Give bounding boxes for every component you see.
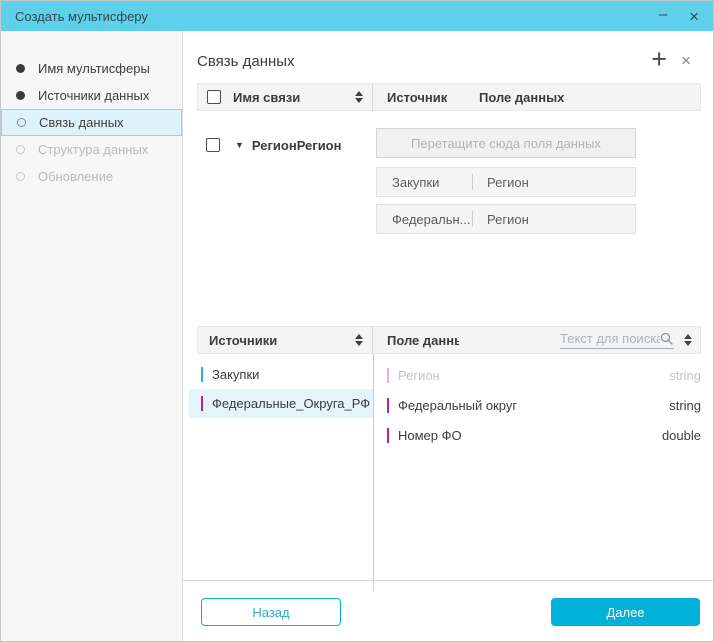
step-pending-icon [16, 172, 25, 181]
link-row: ▼ РегионРегион [206, 131, 341, 159]
step-label: Обновление [38, 169, 113, 184]
source-marker-icon [201, 396, 203, 411]
field-search-box [560, 331, 674, 349]
field-label: Регион [398, 368, 440, 383]
linked-field-chip[interactable]: Федеральн... Регион [376, 204, 636, 234]
step-done-icon [16, 64, 25, 73]
sort-icon[interactable] [355, 91, 363, 103]
chip-source: Федеральн... [392, 212, 472, 227]
select-all-checkbox[interactable] [207, 90, 221, 104]
source-marker-icon [201, 367, 203, 382]
linked-field-chip[interactable]: Закупки Регион [376, 167, 636, 197]
sources-column-header: Источники [198, 327, 372, 353]
step-label: Связь данных [39, 115, 124, 130]
dropzone-placeholder: Перетащите сюда поля данных [411, 136, 601, 151]
link-name: РегионРегион [252, 138, 342, 153]
step-done-icon [16, 91, 25, 100]
links-name-column-header: Имя связи [198, 84, 372, 110]
field-search-input[interactable] [560, 331, 660, 346]
column-header-sources: Источники [209, 333, 277, 348]
sources-list: Закупки Федеральные_Округа_РФ [189, 360, 373, 418]
link-row-checkbox[interactable] [206, 138, 220, 152]
links-source-column-header: Источник [373, 84, 465, 110]
links-field-column-header: Поле данных [465, 84, 564, 110]
chip-divider [472, 211, 473, 227]
step-label: Структура данных [38, 142, 148, 157]
field-label: Федеральный округ [398, 398, 517, 413]
field-row-region[interactable]: Регион string [381, 360, 701, 390]
field-label: Номер ФО [398, 428, 462, 443]
window-body: Имя мультисферы Источники данных Связь д… [1, 31, 713, 641]
next-button[interactable]: Далее [551, 598, 700, 626]
step-label: Источники данных [38, 88, 149, 103]
field-type: string [669, 368, 701, 383]
field-marker-icon [387, 398, 389, 413]
field-type: string [669, 398, 701, 413]
field-marker-icon [387, 368, 389, 383]
field-row-federalny-okrug[interactable]: Федеральный округ string [381, 390, 701, 420]
picker-table-header: Источники Поле данных [197, 326, 701, 354]
sidebar-item-update[interactable]: Обновление [1, 163, 182, 190]
collapse-arrow-icon[interactable]: ▼ [235, 140, 244, 150]
sidebar-item-data-structure[interactable]: Структура данных [1, 136, 182, 163]
column-header-data-field: Поле данных [479, 90, 564, 105]
sort-icon[interactable] [355, 334, 363, 346]
source-row-zakupki[interactable]: Закупки [189, 360, 373, 389]
chip-field: Регион [487, 212, 529, 227]
field-type: double [662, 428, 701, 443]
source-label: Закупки [212, 367, 259, 382]
field-marker-icon [387, 428, 389, 443]
create-multisphere-window: Создать мультисферу – × Имя мультисферы … [0, 0, 714, 642]
minimize-icon[interactable]: – [659, 7, 667, 22]
column-header-data-fields: Поле данных [387, 333, 459, 348]
step-current-icon [17, 118, 26, 127]
window-close-icon[interactable]: × [689, 8, 699, 25]
fields-column-header: Поле данных [373, 327, 700, 353]
window-title: Создать мультисферу [15, 9, 659, 24]
add-link-icon[interactable]: + [651, 46, 667, 73]
titlebar: Создать мультисферу – × [1, 1, 713, 31]
sort-icon[interactable] [684, 334, 692, 346]
sidebar-item-data-sources[interactable]: Источники данных [1, 82, 182, 109]
fields-list: Регион string Федеральный округ string Н… [381, 360, 701, 450]
dropzone[interactable]: Перетащите сюда поля данных [376, 128, 636, 158]
panel-title: Связь данных [197, 53, 295, 70]
sidebar-item-data-links[interactable]: Связь данных [1, 109, 182, 136]
back-button[interactable]: Назад [201, 598, 341, 626]
chip-source: Закупки [392, 175, 472, 190]
column-header-link-name: Имя связи [233, 90, 300, 105]
chip-divider [472, 174, 473, 190]
column-header-source: Источник [387, 90, 447, 105]
panel-close-icon[interactable]: × [681, 52, 691, 69]
data-links-panel: Связь данных + × Имя связи Источник Поле… [183, 31, 713, 641]
step-pending-icon [16, 145, 25, 154]
search-icon [660, 332, 674, 346]
sidebar-item-multisphere-name[interactable]: Имя мультисферы [1, 55, 182, 82]
source-row-federalnye-okruga[interactable]: Федеральные_Округа_РФ [189, 389, 373, 418]
field-row-nomer-fo[interactable]: Номер ФО double [381, 420, 701, 450]
picker-column-divider [373, 354, 374, 591]
footer-divider [183, 580, 713, 581]
step-label: Имя мультисферы [38, 61, 150, 76]
chip-field: Регион [487, 175, 529, 190]
wizard-steps-sidebar: Имя мультисферы Источники данных Связь д… [1, 31, 183, 641]
source-label: Федеральные_Округа_РФ [212, 396, 370, 411]
links-table-header: Имя связи Источник Поле данных [197, 83, 701, 111]
